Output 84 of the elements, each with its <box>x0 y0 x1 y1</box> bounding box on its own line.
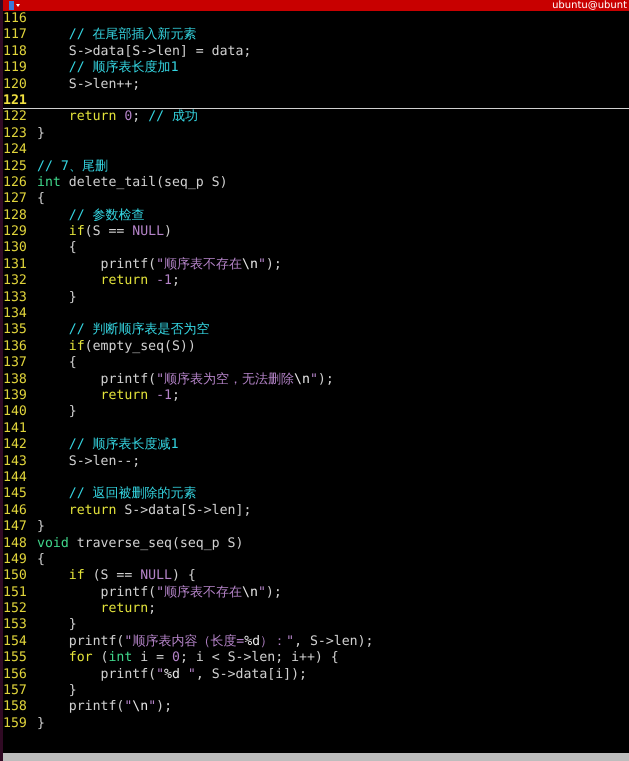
line-number: 140 <box>3 404 28 421</box>
line-number: 119 <box>3 60 28 77</box>
line-number: 147 <box>3 519 28 536</box>
line-number: 156 <box>3 666 28 684</box>
line-number: 133 <box>3 290 28 306</box>
line-number: 154 <box>3 634 28 650</box>
line-number: 130 <box>3 240 28 257</box>
code-line: if(S == NULL) <box>68 224 172 240</box>
code-line: S->data[S->len] = data; <box>68 44 252 60</box>
code-line: void traverse_seq(seq_p S) <box>37 536 244 552</box>
code-line: for (int i = 0; i < S->len; i++) { <box>68 650 339 667</box>
line-number: 139 <box>3 388 28 404</box>
code-line: S->len++; <box>68 76 140 93</box>
code-line: { <box>68 355 77 372</box>
line-number: 121 <box>3 92 28 108</box>
code-line: } <box>68 290 77 306</box>
code-line: { <box>68 240 77 257</box>
line-number: 157 <box>3 683 28 700</box>
code-line: { <box>37 552 45 568</box>
code-line: printf("顺序表不存在\n"); <box>100 256 282 274</box>
line-number: 158 <box>3 699 28 716</box>
code-line: // 顺序表长度加1 <box>68 60 179 77</box>
line-number: 128 <box>3 208 28 224</box>
line-number: 122 <box>3 109 28 126</box>
line-number: 136 <box>3 338 28 356</box>
line-number: 124 <box>3 142 28 159</box>
line-number: 148 <box>3 536 28 552</box>
line-number: 149 <box>3 552 28 568</box>
code-line: { <box>37 191 45 208</box>
code-line: // 判断顺序表是否为空 <box>68 322 210 339</box>
line-number: 143 <box>3 454 28 470</box>
line-number: 134 <box>3 306 28 322</box>
code-line: printf("\n"); <box>68 699 172 716</box>
window-title: ubuntu@ubunt <box>552 0 627 11</box>
line-number: 150 <box>3 568 28 585</box>
code-line: } <box>37 519 45 536</box>
code-line: printf("顺序表内容（长度=%d）：", S->len); <box>68 634 374 650</box>
line-number: 138 <box>3 372 28 388</box>
line-number: 152 <box>3 601 28 618</box>
line-number: 155 <box>3 650 28 667</box>
code-line: S->len--; <box>68 454 140 470</box>
line-number: 126 <box>3 174 28 192</box>
line-number: 159 <box>3 716 28 732</box>
code-line: // 参数检查 <box>68 208 145 224</box>
line-number: 142 <box>3 437 28 454</box>
line-number: 141 <box>3 420 28 438</box>
line-number: 137 <box>3 355 28 372</box>
code-line: // 7、尾删 <box>37 158 108 175</box>
line-number: 118 <box>3 44 28 60</box>
code-line: int delete_tail(seq_p S) <box>37 174 228 192</box>
line-number: 129 <box>3 224 28 240</box>
line-number: 145 <box>3 486 28 503</box>
code-line: } <box>68 404 77 421</box>
line-number: 135 <box>3 322 28 339</box>
code-line: } <box>37 716 45 732</box>
line-number: 131 <box>3 256 28 274</box>
line-number: 144 <box>3 470 28 486</box>
line-number: 117 <box>3 27 28 44</box>
terminal-icon[interactable] <box>9 1 21 10</box>
code-line: // 在尾部插入新元素 <box>68 27 197 44</box>
line-number: 127 <box>3 191 28 208</box>
code-line: if (S == NULL) { <box>68 568 196 585</box>
code-line: return; <box>100 601 156 618</box>
line-number: 146 <box>3 502 28 520</box>
code-line: } <box>68 683 77 700</box>
code-line: // 顺序表长度减1 <box>68 437 179 454</box>
code-line: printf("顺序表为空，无法删除\n"); <box>100 372 334 388</box>
code-line: return S->data[S->len]; <box>68 502 252 520</box>
code-line: // 返回被删除的元素 <box>68 486 197 503</box>
line-number: 151 <box>3 584 28 602</box>
line-number: 116 <box>3 11 28 28</box>
code-line: return -1; <box>100 273 180 290</box>
line-number: 125 <box>3 158 28 175</box>
line-number: 153 <box>3 617 28 634</box>
code-line: } <box>37 126 45 142</box>
line-number: 132 <box>3 273 28 290</box>
line-number: 123 <box>3 126 28 142</box>
code-line: if(empty_seq(S)) <box>68 338 196 356</box>
line-number: 120 <box>3 76 28 93</box>
code-line: return -1; <box>100 388 180 404</box>
code-line: return 0; // 成功 <box>68 109 198 126</box>
code-line: } <box>68 617 77 634</box>
code-line: printf("%d ", S->data[i]); <box>100 666 307 684</box>
code-line: printf("顺序表不存在\n"); <box>100 584 282 602</box>
